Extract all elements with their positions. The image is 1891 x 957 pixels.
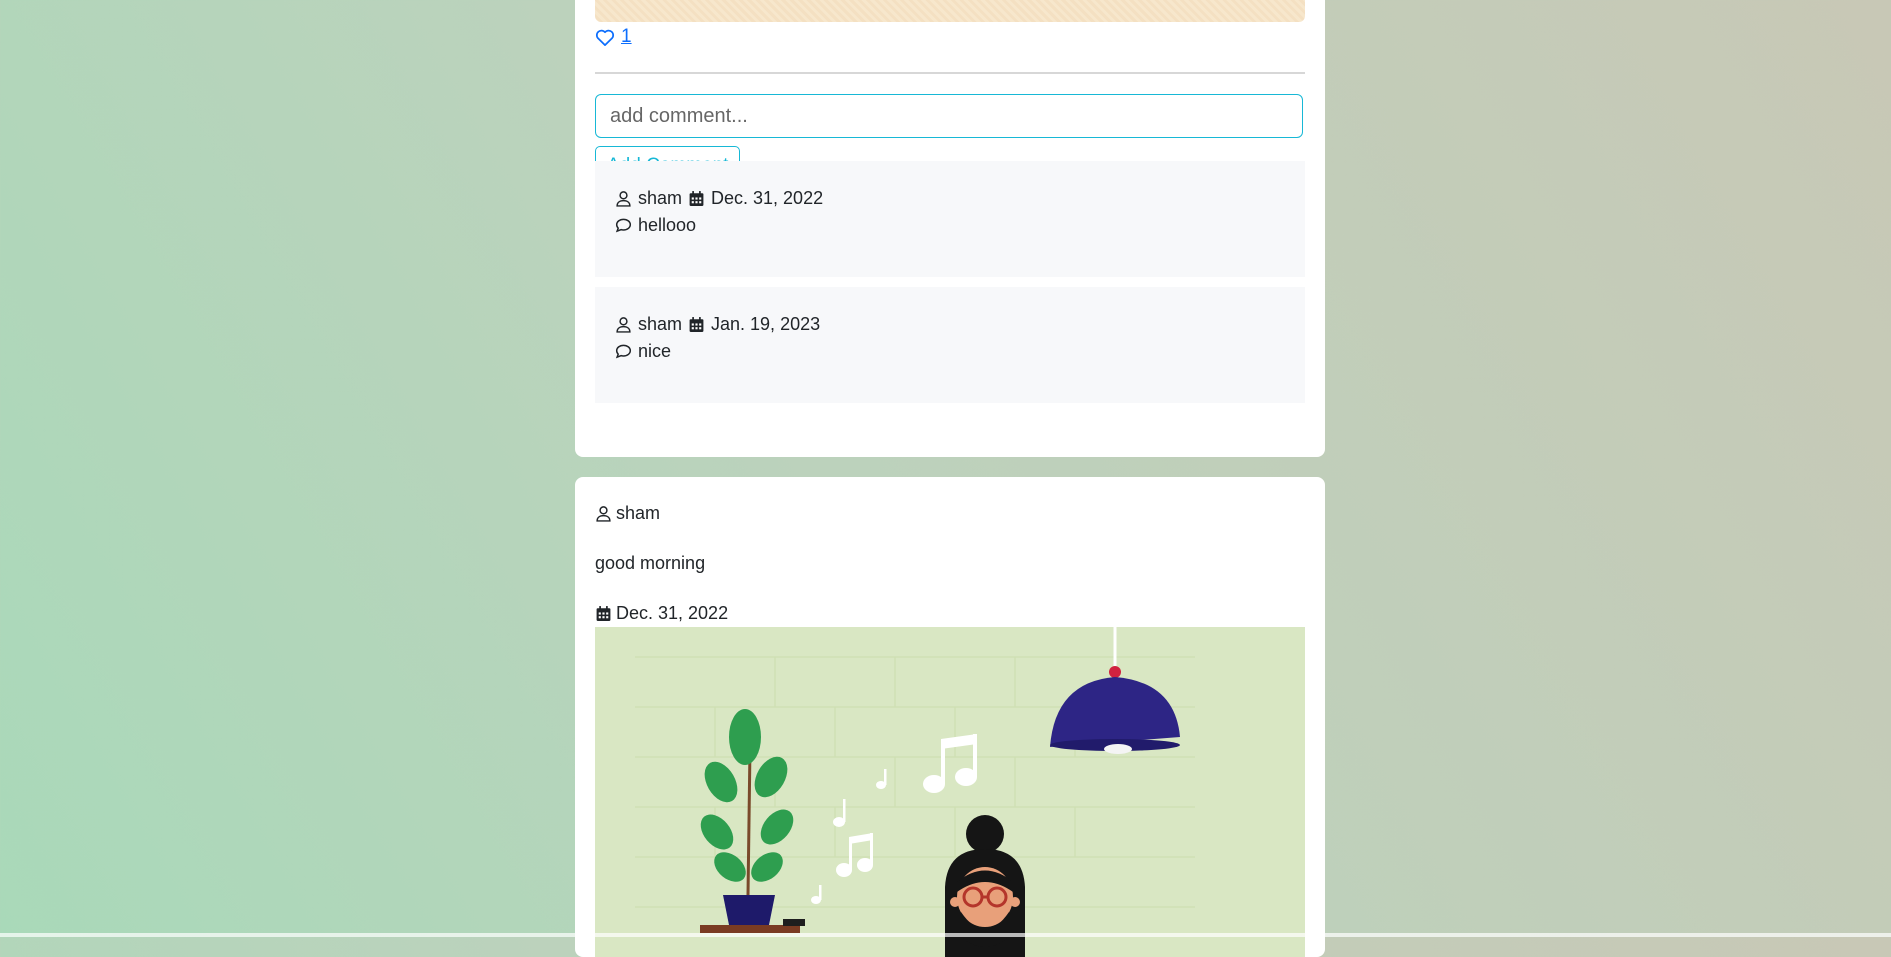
comment-icon — [615, 344, 632, 359]
post-card: sham good morning Dec. 31, 2022 — [575, 477, 1325, 957]
comment-item: sham Jan. 19, 2023 nice — [595, 287, 1305, 403]
post-card: 1 Add Comment sham Dec. 31, 2022 hellooo… — [575, 0, 1325, 457]
post-author-name: sham — [616, 503, 661, 523]
comment-item: sham Dec. 31, 2022 hellooo — [595, 161, 1305, 277]
heart-icon — [595, 29, 615, 46]
comment-input[interactable] — [595, 94, 1303, 138]
user-icon — [596, 506, 611, 522]
like-button[interactable]: 1 — [595, 26, 632, 48]
calendar-icon — [689, 317, 704, 332]
bottom-edge — [0, 933, 1891, 937]
like-count[interactable]: 1 — [621, 26, 632, 48]
illustration — [635, 627, 1195, 957]
post-date: Dec. 31, 2022 — [595, 603, 728, 624]
user-icon — [616, 191, 631, 207]
comment-meta: sham Jan. 19, 2023 — [615, 314, 820, 335]
comment-meta: sham Dec. 31, 2022 — [615, 188, 823, 209]
comment-author: sham — [638, 188, 683, 208]
post-text: good morning — [595, 553, 706, 573]
comment-date: Dec. 31, 2022 — [711, 188, 824, 208]
calendar-icon — [689, 191, 704, 206]
post-date-text: Dec. 31, 2022 — [616, 603, 729, 623]
comment-date: Jan. 19, 2023 — [711, 314, 821, 334]
comment-author: sham — [638, 314, 683, 334]
divider — [595, 72, 1305, 74]
comment-icon — [615, 218, 632, 233]
post-image — [595, 627, 1305, 957]
calendar-icon — [596, 606, 611, 621]
post-image — [595, 0, 1305, 22]
comment-body: nice — [615, 341, 671, 362]
comment-text: nice — [638, 341, 672, 361]
comment-text: hellooo — [638, 215, 697, 235]
user-icon — [616, 317, 631, 333]
post-author: sham — [595, 503, 660, 524]
comment-body: hellooo — [615, 215, 696, 236]
